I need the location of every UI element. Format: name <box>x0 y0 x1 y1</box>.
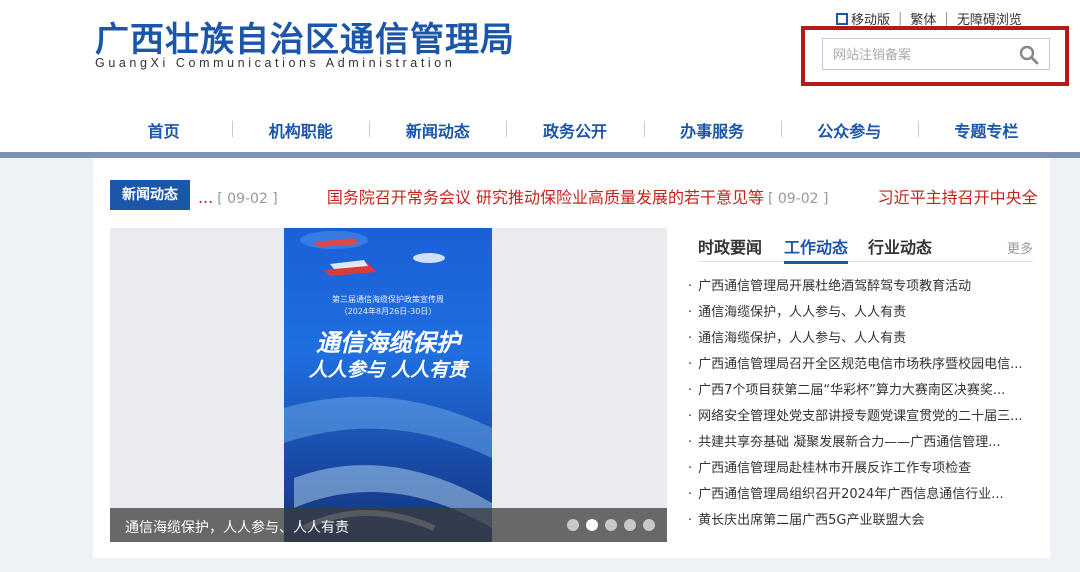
list-item[interactable]: · 广西通信管理局开展杜绝酒驾醉驾专项教育活动 <box>688 274 1033 300</box>
list-item[interactable]: · 通信海缆保护，人人参与、人人有责 <box>688 300 1033 326</box>
news-ticker: ...[ 09-02 ] 国务院召开常务会议 研究推动保险业高质量发展的若干意见… <box>198 184 1038 208</box>
poster-headline: 通信海缆保护 <box>316 329 460 357</box>
bullet-icon: · <box>688 279 693 294</box>
bullet-icon: · <box>688 513 693 528</box>
list-item-text: 共建共享夯基础 凝聚发展新合力——广西通信管理... <box>698 435 1001 450</box>
ticker-item-text: 习近平主持召开中央全 <box>877 188 1038 207</box>
list-item-text: 通信海缆保护，人人参与、人人有责 <box>698 305 907 320</box>
bullet-icon: · <box>688 461 693 476</box>
image-slider[interactable]: 第三届通信海缆保护政策宣传周 （2024年8月26日-30日） 通信海缆保护 人… <box>110 228 667 542</box>
bullet-icon: · <box>688 435 693 450</box>
bullet-icon: · <box>688 357 693 372</box>
poster-dates: （2024年8月26日-30日） <box>339 307 437 316</box>
slider-dot[interactable] <box>624 519 636 531</box>
ticker-item-date: [ 09-02 ] <box>217 191 278 207</box>
slider-dots <box>567 519 655 531</box>
ticker-item[interactable]: 国务院召开常务会议 研究推动保险业高质量发展的若干意见等[ 09-02 ] <box>327 188 838 207</box>
news-list: · 广西通信管理局开展杜绝酒驾醉驾专项教育活动 · 通信海缆保护，人人参与、人人有责… <box>688 274 1033 534</box>
divider: | <box>898 11 903 26</box>
list-item[interactable]: · 广西通信管理局赴桂林市开展反诈工作专项检查 <box>688 456 1033 482</box>
main-nav: 首页 机构职能 新闻动态 政务公开 办事服务 公众参与 专题专栏 <box>95 110 1055 150</box>
slider-dot[interactable] <box>605 519 617 531</box>
mobile-icon <box>836 12 848 25</box>
bullet-icon: · <box>688 409 693 424</box>
nav-news[interactable]: 新闻动态 <box>369 118 506 142</box>
slider-dot[interactable] <box>567 519 579 531</box>
site-title[interactable]: 广西壮族自治区通信管理局 <box>95 12 515 61</box>
nav-special-topics[interactable]: 专题专栏 <box>917 118 1055 142</box>
slider-poster-image[interactable]: 第三届通信海缆保护政策宣传周 （2024年8月26日-30日） 通信海缆保护 人… <box>284 228 492 542</box>
list-item[interactable]: · 网络安全管理处党支部讲授专题党课宣贯党的二十届三... <box>688 404 1033 430</box>
list-item[interactable]: · 共建共享夯基础 凝聚发展新合力——广西通信管理... <box>688 430 1033 456</box>
list-item-text: 网络安全管理处党支部讲授专题党课宣贯党的二十届三... <box>698 409 1023 424</box>
nav-gov-affairs[interactable]: 政务公开 <box>506 118 643 142</box>
list-item[interactable]: · 黄长庆出席第二届广西5G产业联盟大会 <box>688 508 1033 534</box>
bullet-icon: · <box>688 331 693 346</box>
nav-home[interactable]: 首页 <box>95 118 232 142</box>
list-item[interactable]: · 广西7个项目获第二届“华彩杯”算力大赛南区决赛奖... <box>688 378 1033 404</box>
search-highlight-frame <box>801 26 1069 86</box>
list-item[interactable]: · 广西通信管理局召开全区规范电信市场秩序暨校园电信... <box>688 352 1033 378</box>
site-header: 广西壮族自治区通信管理局 GuangXi Communications Admi… <box>0 0 1080 152</box>
tab-work-news[interactable]: 工作动态 <box>784 234 849 264</box>
poster-subheadline: 人人参与 人人有责 <box>308 359 468 381</box>
divider: | <box>944 11 949 26</box>
tab-industry-news[interactable]: 行业动态 <box>868 234 932 258</box>
ticker-item[interactable]: 习近平主持召开中央全 <box>878 188 1038 207</box>
slider-dot-active[interactable] <box>586 519 598 531</box>
bullet-icon: · <box>688 383 693 398</box>
ticker-item[interactable]: ...[ 09-02 ] <box>198 188 287 207</box>
list-item-text: 黄长庆出席第二届广西5G产业联盟大会 <box>698 513 925 528</box>
bullet-icon: · <box>688 487 693 502</box>
slider-caption[interactable]: 通信海缆保护，人人参与、人人有责 <box>125 517 349 537</box>
list-item-text: 通信海缆保护，人人参与、人人有责 <box>698 331 907 346</box>
list-item-text: 广西通信管理局开展杜绝酒驾醉驾专项教育活动 <box>698 279 972 294</box>
slider-caption-bar: 通信海缆保护，人人参与、人人有责 <box>110 508 667 542</box>
list-item-text: 广西通信管理局召开全区规范电信市场秩序暨校园电信... <box>698 357 1023 372</box>
ticker-item-date: [ 09-02 ] <box>767 191 829 207</box>
poster-artwork <box>284 231 492 531</box>
ticker-item-text: 国务院召开常务会议 研究推动保险业高质量发展的若干意见等 <box>326 188 764 207</box>
bullet-icon: · <box>688 305 693 320</box>
poster-subtitle: 第三届通信海缆保护政策宣传周 <box>332 295 444 304</box>
list-item[interactable]: · 通信海缆保护，人人参与、人人有责 <box>688 326 1033 352</box>
nav-participation[interactable]: 公众参与 <box>780 118 918 142</box>
main-panel: 新闻动态 ...[ 09-02 ] 国务院召开常务会议 研究推动保险业高质量发展… <box>93 158 1050 558</box>
ticker-item-text: ... <box>198 188 214 207</box>
more-link[interactable]: 更多 <box>1007 238 1033 257</box>
list-item-text: 广西通信管理局赴桂林市开展反诈工作专项检查 <box>698 461 972 476</box>
nav-services[interactable]: 办事服务 <box>643 118 781 142</box>
news-tabs: 时政要闻 工作动态 行业动态 更多 <box>698 234 1033 264</box>
list-item[interactable]: · 广西通信管理局组织召开2024年广西信息通信行业... <box>688 482 1033 508</box>
slider-dot[interactable] <box>643 519 655 531</box>
site-subtitle: GuangXi Communications Administration <box>95 56 456 70</box>
list-item-text: 广西7个项目获第二届“华彩杯”算力大赛南区决赛奖... <box>698 383 1006 398</box>
ticker-label[interactable]: 新闻动态 <box>110 180 190 210</box>
tab-political-news[interactable]: 时政要闻 <box>698 234 762 258</box>
list-item-text: 广西通信管理局组织召开2024年广西信息通信行业... <box>698 487 1004 502</box>
nav-functions[interactable]: 机构职能 <box>232 118 369 142</box>
